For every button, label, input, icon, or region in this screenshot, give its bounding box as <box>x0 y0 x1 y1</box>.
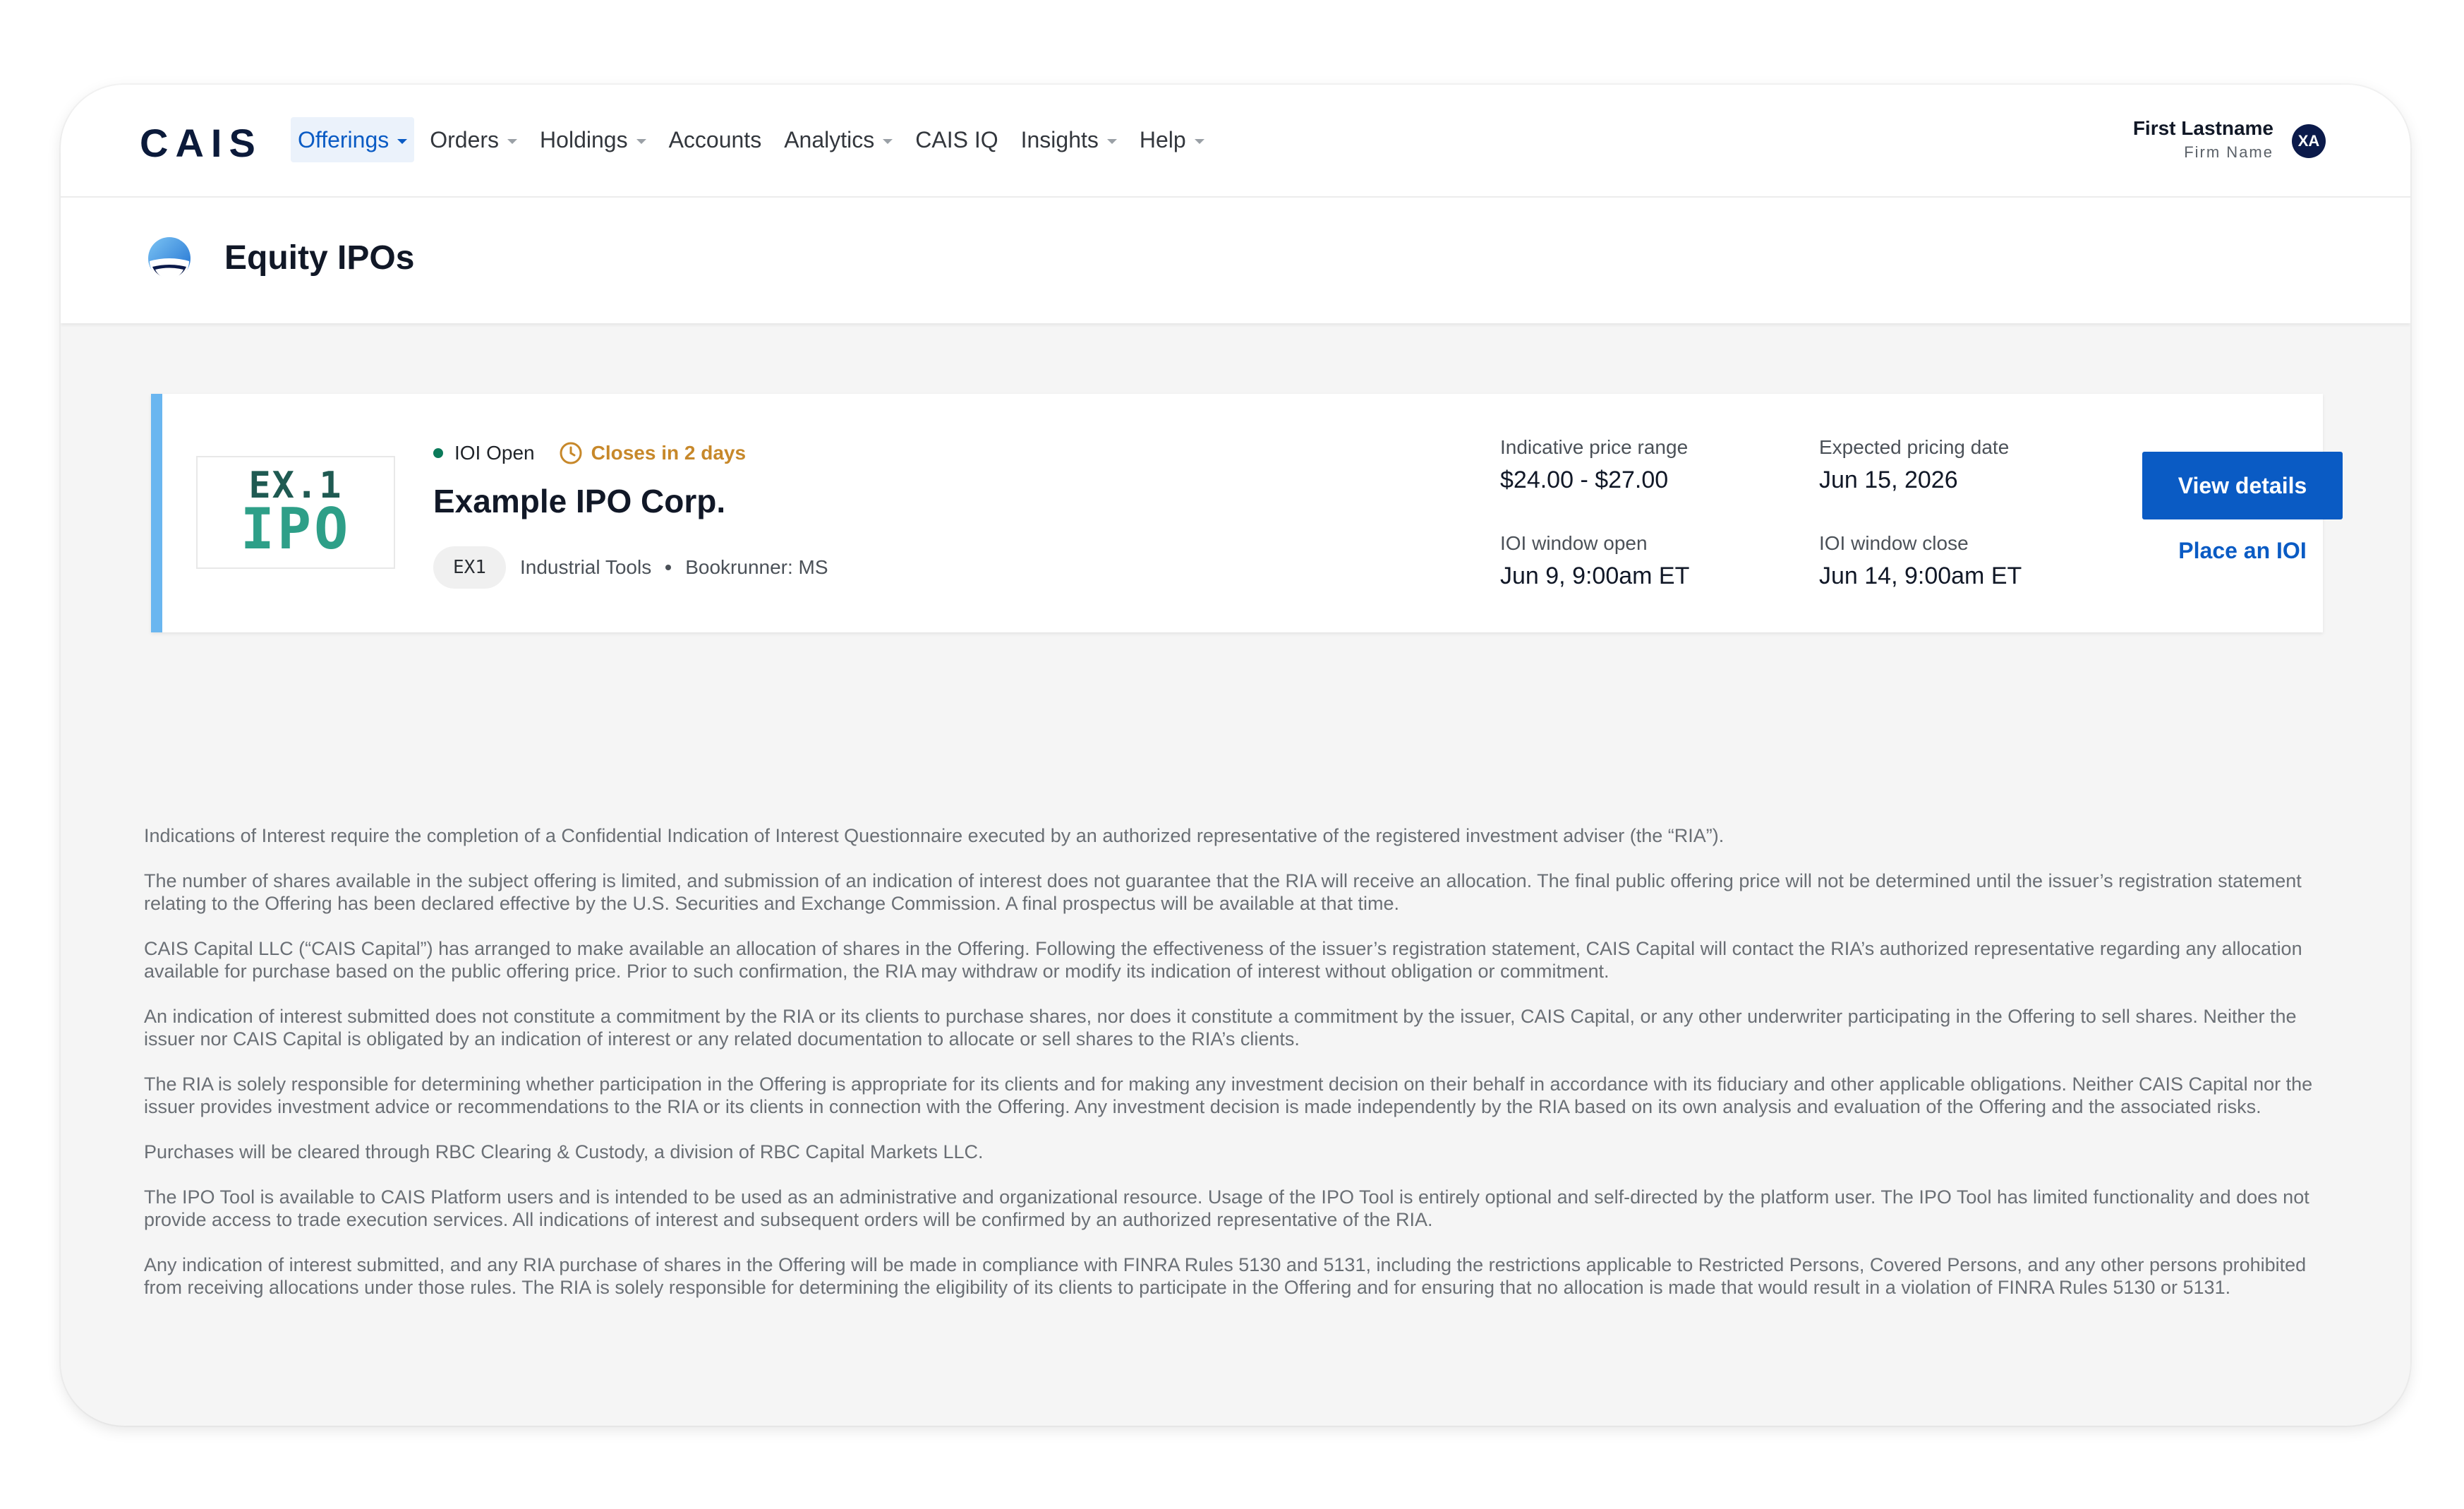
pricing-date-block: Expected pricing date Jun 15, 2026 <box>1819 435 2009 497</box>
window-close-label: IOI window close <box>1819 532 1969 554</box>
menu-insights-label: Insights <box>1020 126 1099 152</box>
menu-offerings-label: Offerings <box>298 126 389 152</box>
disclaimer-paragraph: An indication of interest submitted does… <box>144 1006 2297 1050</box>
disclaimer-paragraph: CAIS Capital LLC (“CAIS Capital”) has ar… <box>144 938 2302 982</box>
menu-analytics-label: Analytics <box>784 126 875 152</box>
disclaimer-paragraph: The RIA is solely responsible for determ… <box>144 1074 2313 1117</box>
window-close-block: IOI window close Jun 14, 9:00am ET <box>1819 531 2022 593</box>
offering-card: EX.1 IPO IOI Open Closes in 2 days Examp… <box>151 394 2343 632</box>
user-menu[interactable]: First Lastname Firm Name <box>2133 116 2273 164</box>
chevron-down-icon <box>1194 138 1204 144</box>
company-logo-line2: IPO <box>240 496 351 562</box>
chevron-down-icon <box>883 138 893 144</box>
price-range-label: Indicative price range <box>1500 436 1689 458</box>
offering-meta: EX1 Industrial Tools Bookrunner: MS <box>433 545 828 590</box>
view-details-button[interactable]: View details <box>2142 452 2343 519</box>
user-name: First Lastname <box>2132 117 2273 139</box>
closes-countdown: Closes in 2 days <box>591 442 747 464</box>
window-open-block: IOI window open Jun 9, 9:00am ET <box>1500 531 1689 593</box>
menu-cais-iq[interactable]: CAIS IQ <box>908 117 1005 162</box>
disclaimer: Indications of Interest require the comp… <box>144 824 2338 1321</box>
page-header: Equity IPOs <box>61 198 2410 323</box>
status-row: IOI Open Closes in 2 days <box>433 439 746 467</box>
price-range-block: Indicative price range $24.00 - $27.00 <box>1500 435 1688 497</box>
disclaimer-paragraph: Any indication of interest submitted, an… <box>144 1254 2307 1298</box>
menu-accounts[interactable]: Accounts <box>662 117 769 162</box>
app-window: CAIS Offerings Orders Holdings Accounts … <box>61 85 2410 1426</box>
disclaimer-paragraph: Indications of Interest require the comp… <box>144 825 1725 846</box>
status-dot-icon <box>433 448 443 458</box>
menu-analytics[interactable]: Analytics <box>777 117 900 162</box>
status-badge: IOI Open <box>454 442 535 464</box>
price-range-value: $24.00 - $27.00 <box>1500 467 1669 493</box>
user-firm: Firm Name <box>2184 143 2273 161</box>
menu-cais-iq-label: CAIS IQ <box>915 126 998 152</box>
disclaimer-paragraph: Purchases will be cleared through RBC Cl… <box>144 1141 984 1162</box>
place-ioi-link[interactable]: Place an IOI <box>2142 535 2343 566</box>
page-title: Equity IPOs <box>224 239 415 277</box>
menu-help[interactable]: Help <box>1133 117 1212 162</box>
chevron-down-icon <box>507 138 518 144</box>
bookrunner-label: Bookrunner: MS <box>685 556 828 578</box>
menu-insights[interactable]: Insights <box>1014 117 1124 162</box>
chevron-down-icon <box>636 138 646 144</box>
card-accent-bar <box>151 394 162 632</box>
menu-accounts-label: Accounts <box>668 126 762 152</box>
avatar[interactable]: XA <box>2292 124 2326 158</box>
chevron-down-icon <box>397 138 408 144</box>
separator-dot <box>665 565 672 570</box>
main-menu: Offerings Orders Holdings Accounts Analy… <box>291 117 1220 162</box>
window-close-value: Jun 14, 9:00am ET <box>1819 563 2022 589</box>
clock-icon <box>560 442 582 464</box>
pricing-date-label: Expected pricing date <box>1819 436 2010 458</box>
sector-label: Industrial Tools <box>519 556 652 578</box>
pricing-date-value: Jun 15, 2026 <box>1819 467 1958 493</box>
company-logo: EX.1 IPO <box>196 456 395 569</box>
menu-orders[interactable]: Orders <box>423 117 524 162</box>
company-name[interactable]: Example IPO Corp. <box>433 480 725 522</box>
chevron-down-icon <box>1106 138 1117 144</box>
menu-offerings[interactable]: Offerings <box>291 117 415 162</box>
menu-help-label: Help <box>1139 126 1186 152</box>
ticker-badge: EX1 <box>433 546 506 589</box>
top-navigation: CAIS Offerings Orders Holdings Accounts … <box>61 85 2410 198</box>
cais-logo[interactable]: CAIS <box>140 120 262 166</box>
window-open-label: IOI window open <box>1500 532 1648 554</box>
disclaimer-paragraph: The number of shares available in the su… <box>144 870 2302 914</box>
disclaimer-paragraph: The IPO Tool is available to CAIS Platfo… <box>144 1186 2309 1230</box>
menu-orders-label: Orders <box>430 126 500 152</box>
menu-holdings-label: Holdings <box>540 126 628 152</box>
menu-holdings[interactable]: Holdings <box>533 117 653 162</box>
globe-icon <box>148 237 191 281</box>
window-open-value: Jun 9, 9:00am ET <box>1500 563 1690 589</box>
